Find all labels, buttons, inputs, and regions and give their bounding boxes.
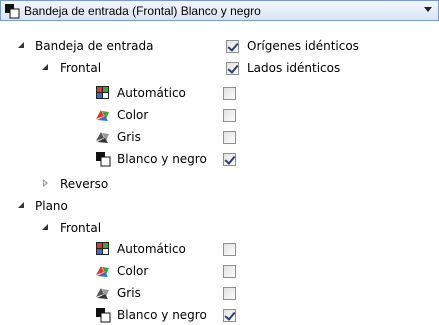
flatbed-front-gray-checkbox[interactable] [223, 287, 236, 300]
inbox-front-bw-checkbox[interactable] [223, 153, 236, 166]
auto-mode-icon [96, 242, 109, 255]
auto-mode-icon [96, 86, 109, 99]
inbox-front-mode-label[interactable]: Automático [117, 83, 186, 103]
tree-node-flatbed[interactable]: Plano [35, 196, 68, 216]
flatbed-front-color-checkbox[interactable] [223, 265, 236, 278]
expand-inbox-toggle[interactable] [17, 41, 27, 51]
identical-origins-label: Orígenes idénticos [247, 39, 359, 53]
expand-inbox-front-toggle[interactable] [41, 63, 51, 73]
gray-mode-icon [96, 132, 109, 143]
flatbed-front-mode-label[interactable]: Color [117, 261, 148, 281]
inbox-front-gray-checkbox[interactable] [223, 131, 236, 144]
dropdown-selected-text: Bandeja de entrada (Frontal) Blanco y ne… [24, 3, 261, 18]
identical-origins-checkbox[interactable] [226, 40, 239, 53]
black-white-icon [96, 308, 111, 323]
gray-mode-icon [96, 288, 109, 299]
flatbed-front-mode-label[interactable]: Gris [117, 283, 141, 303]
flatbed-front-mode-label[interactable]: Blanco y negro [117, 305, 207, 325]
expand-inbox-reverse-toggle[interactable] [41, 179, 51, 189]
inbox-front-mode-label[interactable]: Blanco y negro [117, 149, 207, 169]
tree-node-flatbed-front[interactable]: Frontal [60, 218, 101, 238]
flatbed-front-bw-checkbox[interactable] [223, 309, 236, 322]
identical-sides-label: Lados idénticos [247, 61, 341, 75]
expand-flatbed-front-toggle[interactable] [41, 223, 51, 233]
chevron-down-icon[interactable] [424, 7, 432, 12]
color-mode-icon [96, 110, 109, 121]
expand-flatbed-toggle[interactable] [17, 201, 27, 211]
inbox-front-mode-label[interactable]: Gris [117, 127, 141, 147]
tree-node-inbox-front[interactable]: Frontal [60, 58, 101, 78]
flatbed-front-auto-checkbox[interactable] [223, 243, 236, 256]
black-white-icon [5, 3, 20, 18]
inbox-front-mode-label[interactable]: Color [117, 105, 148, 125]
scan-profile-dropdown[interactable]: Bandeja de entrada (Frontal) Blanco y ne… [0, 0, 439, 21]
identical-sides-checkbox[interactable] [226, 62, 239, 75]
tree-node-inbox-reverse[interactable]: Reverso [60, 174, 108, 194]
flatbed-front-mode-label[interactable]: Automático [117, 239, 186, 259]
black-white-icon [96, 152, 111, 167]
inbox-front-color-checkbox[interactable] [223, 109, 236, 122]
tree-node-inbox[interactable]: Bandeja de entrada [35, 36, 153, 56]
color-mode-icon [96, 266, 109, 277]
inbox-front-auto-checkbox[interactable] [223, 87, 236, 100]
